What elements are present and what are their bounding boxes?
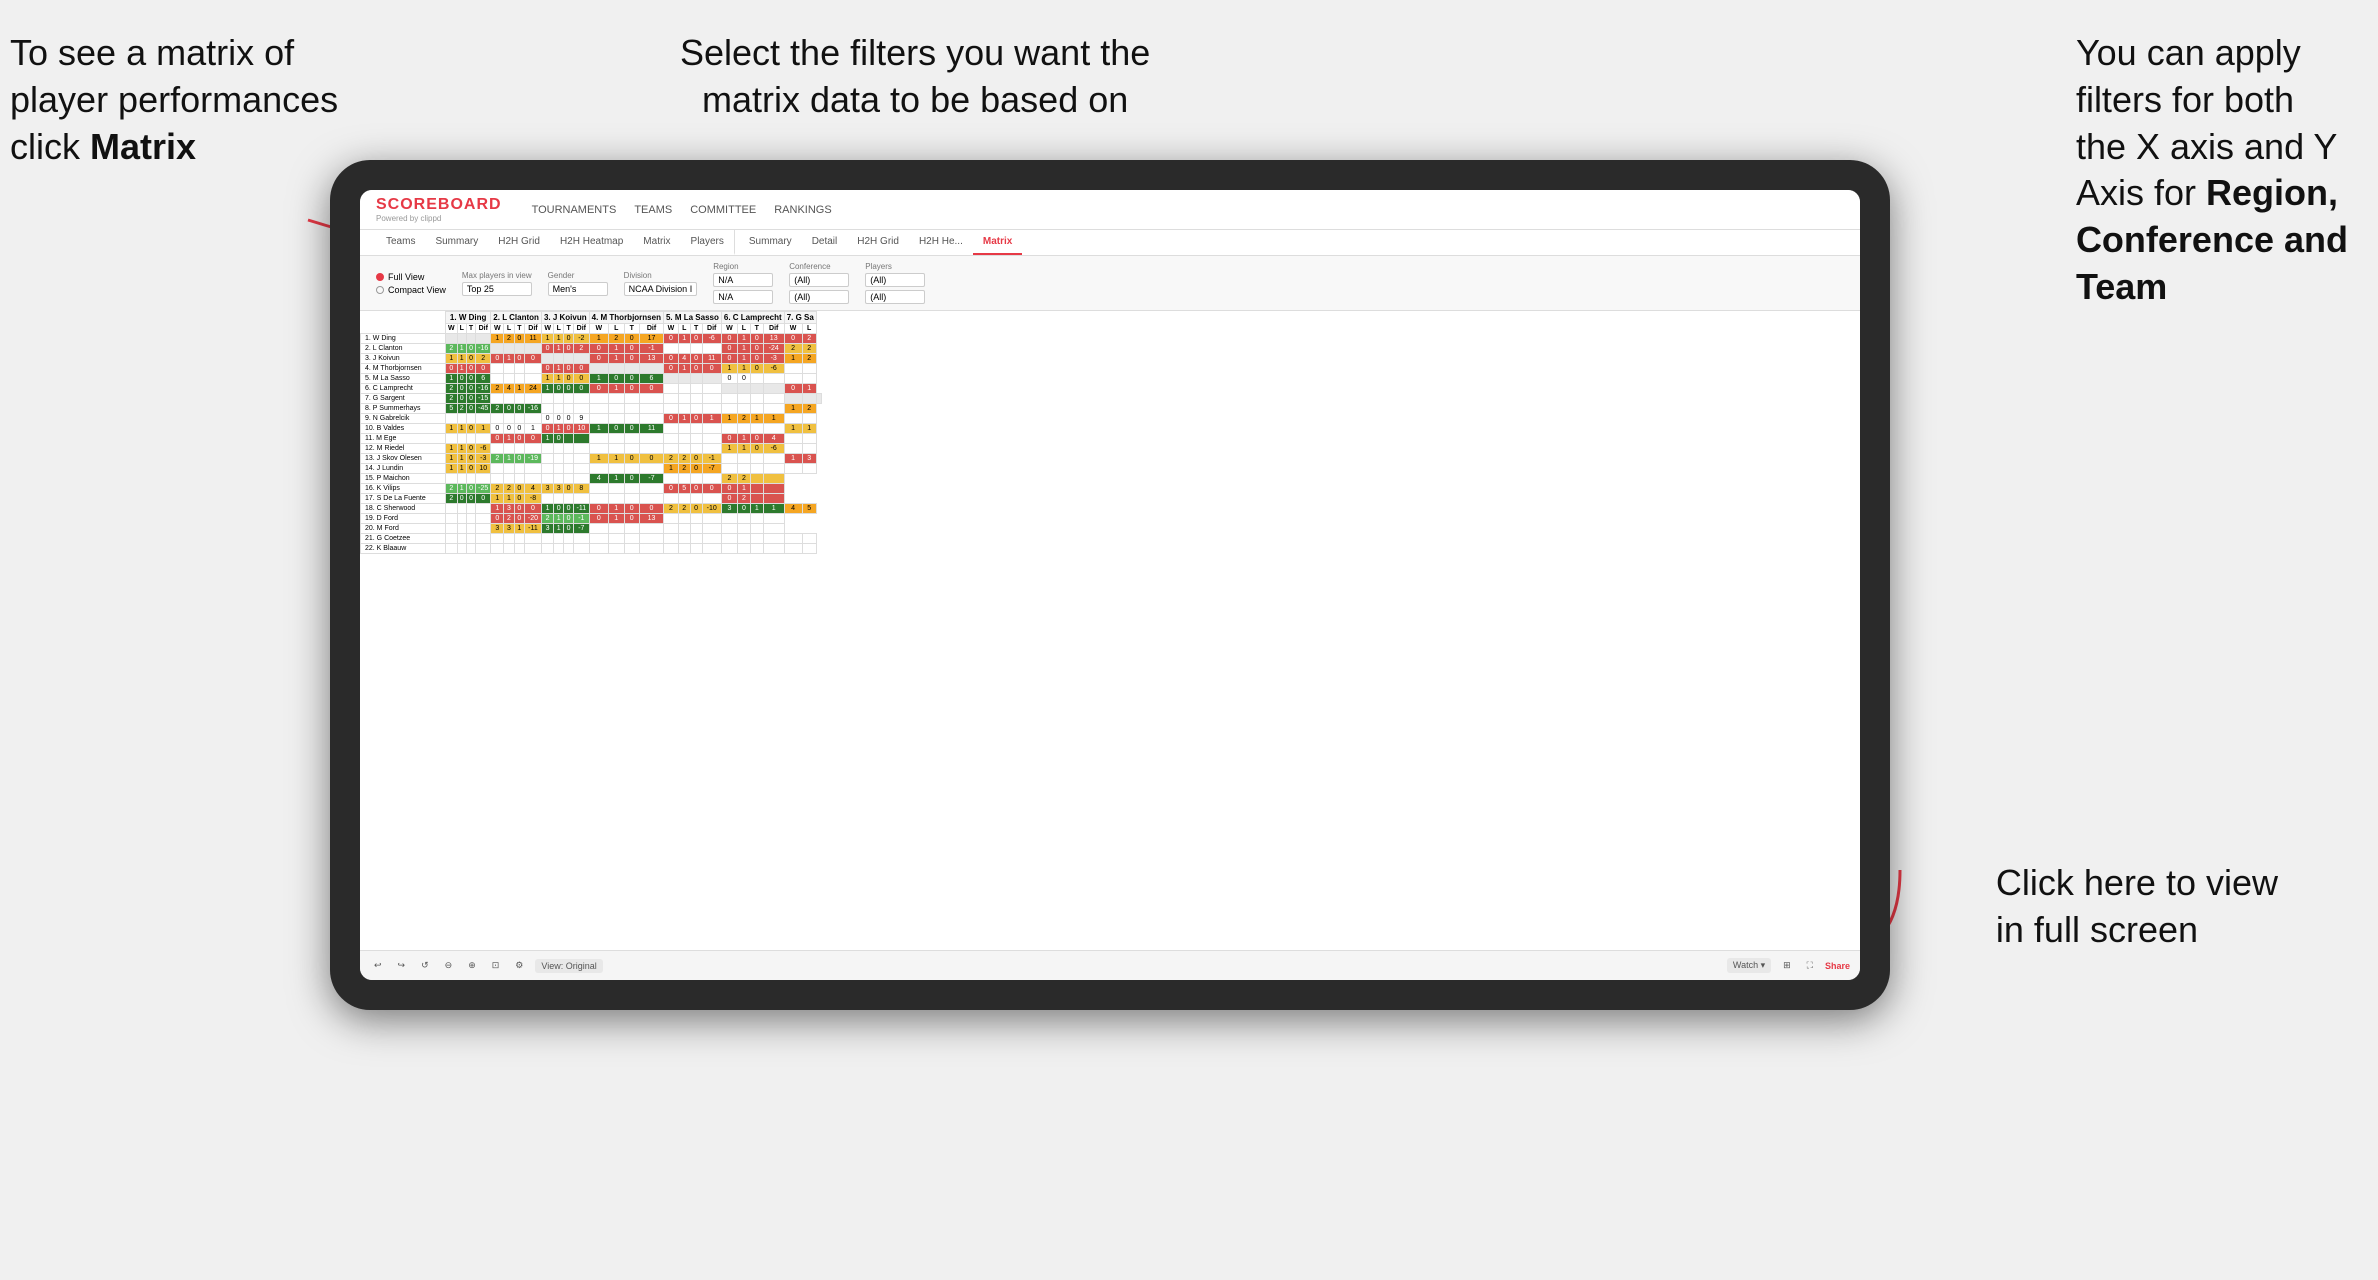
undo-btn[interactable]: ↩ [370, 958, 386, 973]
app-header: SCOREBOARD Powered by clippd TOURNAMENTS… [360, 190, 1860, 230]
max-players-select[interactable]: Top 25 [462, 282, 532, 296]
bottom-toolbar: ↩ ↪ ↺ ⊖ ⊕ ⊡ ⚙ View: Original Watch ▾ ⊞ ⛶… [360, 950, 1860, 980]
annotation-top-left: To see a matrix of player performances c… [10, 30, 338, 170]
col-header-1: 1. W Ding [446, 312, 491, 324]
col-header-5: 5. M La Sasso [663, 312, 721, 324]
table-row: 4. M Thorbjornsen010001000100110-6 [361, 364, 822, 374]
refresh-btn[interactable]: ↺ [417, 958, 433, 973]
tab-players[interactable]: Players [681, 230, 735, 255]
full-view-option[interactable]: Full View [376, 272, 446, 282]
nav-committee[interactable]: COMMITTEE [690, 202, 756, 218]
table-row: 5. M La Sasso10061100100600 [361, 374, 822, 384]
table-row: 14. J Lundin11010120-7 [361, 464, 822, 474]
tablet-frame: SCOREBOARD Powered by clippd TOURNAMENTS… [330, 160, 1890, 1010]
table-row: 17. S De La Fuente2000110-802 [361, 494, 822, 504]
filters-row: Full View Compact View Max players in vi… [360, 256, 1860, 311]
col-header-6: 6. C Lamprecht [721, 312, 784, 324]
matrix-container: 1. W Ding 2. L Clanton 3. J Koivun 4. M … [360, 311, 1860, 971]
tab-matrix-active[interactable]: Matrix [973, 230, 1022, 255]
view-label[interactable]: View: Original [535, 959, 602, 973]
share-btn[interactable]: Share [1825, 961, 1850, 971]
tab-h2h-grid-2[interactable]: H2H Grid [847, 230, 909, 255]
table-row: 19. D Ford020-20210-101013 [361, 514, 822, 524]
sub-header-row: WLTDif WLTDif WLTDif WLTDif WLTDif WLTDi… [361, 324, 822, 334]
table-row: 2. L Clanton210-160102010-1010-2422 [361, 344, 822, 354]
main-nav[interactable]: TOURNAMENTS TEAMS COMMITTEE RANKINGS [532, 202, 832, 218]
division-select[interactable]: NCAA Division I [624, 282, 698, 296]
table-row: 11. M Ege0100100104 [361, 434, 822, 444]
settings-btn[interactable]: ⚙ [511, 958, 527, 973]
annotation-top-center: Select the filters you want the matrix d… [680, 30, 1150, 124]
full-view-radio[interactable] [376, 273, 384, 281]
col-header-4: 4. M Thorbjornsen [589, 312, 663, 324]
table-row: 21. G Coetzee [361, 534, 822, 544]
fullscreen-btn[interactable]: ⛶ [1803, 958, 1817, 973]
table-row: 1. W Ding12011110-212017010-60101302 [361, 334, 822, 344]
max-players-filter: Max players in view Top 25 [462, 271, 532, 296]
column-header-row: 1. W Ding 2. L Clanton 3. J Koivun 4. M … [361, 312, 822, 324]
table-row: 13. J Skov Olesen110-3210-191100220-113 [361, 454, 822, 464]
nav-rankings[interactable]: RANKINGS [774, 202, 831, 218]
table-row: 22. K Blaauw [361, 544, 822, 554]
tab-summary[interactable]: Summary [425, 230, 488, 255]
table-row: 12. M Riedel110-6110-6 [361, 444, 822, 454]
players-filter: Players (All) (All) [865, 262, 925, 304]
table-row: 20. M Ford331-11310-7 [361, 524, 822, 534]
tab-matrix-players[interactable]: Matrix [633, 230, 680, 255]
region-select[interactable]: N/A [713, 273, 773, 287]
players-select-2[interactable]: (All) [865, 290, 925, 304]
table-row: 8. P Summerhays520-45200-1612 [361, 404, 822, 414]
grid-btn[interactable]: ⊞ [1779, 958, 1795, 973]
conference-select[interactable]: (All) [789, 273, 849, 287]
division-filter: Division NCAA Division I [624, 271, 698, 296]
watch-btn[interactable]: Watch ▾ [1727, 958, 1771, 973]
gender-select[interactable]: Men's [548, 282, 608, 296]
region-select-2[interactable]: N/A [713, 290, 773, 304]
tab-teams[interactable]: Teams [376, 230, 425, 255]
logo: SCOREBOARD Powered by clippd [376, 196, 502, 223]
gender-filter: Gender Men's [548, 271, 608, 296]
table-row: 3. J Koivun110201000101304011010-312 [361, 354, 822, 364]
view-options: Full View Compact View [376, 272, 446, 295]
fit-btn[interactable]: ⊡ [488, 958, 504, 973]
zoom-in-btn[interactable]: ⊕ [464, 958, 480, 973]
annotation-bottom-right: Click here to view in full screen [1996, 860, 2278, 954]
tab-h2h-he[interactable]: H2H He... [909, 230, 973, 255]
nav-teams[interactable]: TEAMS [634, 202, 672, 218]
table-row: 7. G Sargent200-15 [361, 394, 822, 404]
nav-tournaments[interactable]: TOURNAMENTS [532, 202, 617, 218]
conference-filter: Conference (All) (All) [789, 262, 849, 304]
table-row: 9. N Gabrelcik000901011211 [361, 414, 822, 424]
col-header-7: 7. G Sa [784, 312, 816, 324]
zoom-out-btn[interactable]: ⊖ [441, 958, 457, 973]
redo-btn[interactable]: ↪ [394, 958, 410, 973]
tab-h2h-heatmap[interactable]: H2H Heatmap [550, 230, 633, 255]
tab-detail[interactable]: Detail [802, 230, 848, 255]
table-row: 18. C Sherwood1300100-110100220-10301145 [361, 504, 822, 514]
col-header-3: 3. J Koivun [541, 312, 589, 324]
sub-nav: Teams Summary H2H Grid H2H Heatmap Matri… [360, 230, 1860, 256]
annotation-top-right: You can apply filters for both the X axi… [2076, 30, 2348, 311]
matrix-table: 1. W Ding 2. L Clanton 3. J Koivun 4. M … [360, 311, 822, 554]
compact-view-option[interactable]: Compact View [376, 285, 446, 295]
tab-h2h-grid[interactable]: H2H Grid [488, 230, 550, 255]
compact-view-radio[interactable] [376, 286, 384, 294]
table-row: 6. C Lamprecht200-16241241000010001 [361, 384, 822, 394]
col-header-2: 2. L Clanton [491, 312, 542, 324]
table-row: 16. K Vilips210-2522043308050001 [361, 484, 822, 494]
tab-players-summary[interactable]: Summary [739, 230, 802, 255]
table-row: 10. B Valdes11010001010101001111 [361, 424, 822, 434]
players-select[interactable]: (All) [865, 273, 925, 287]
table-row: 15. P Maichon410-722 [361, 474, 822, 484]
tablet-screen: SCOREBOARD Powered by clippd TOURNAMENTS… [360, 190, 1860, 980]
region-filter: Region N/A N/A [713, 262, 773, 304]
conference-select-2[interactable]: (All) [789, 290, 849, 304]
